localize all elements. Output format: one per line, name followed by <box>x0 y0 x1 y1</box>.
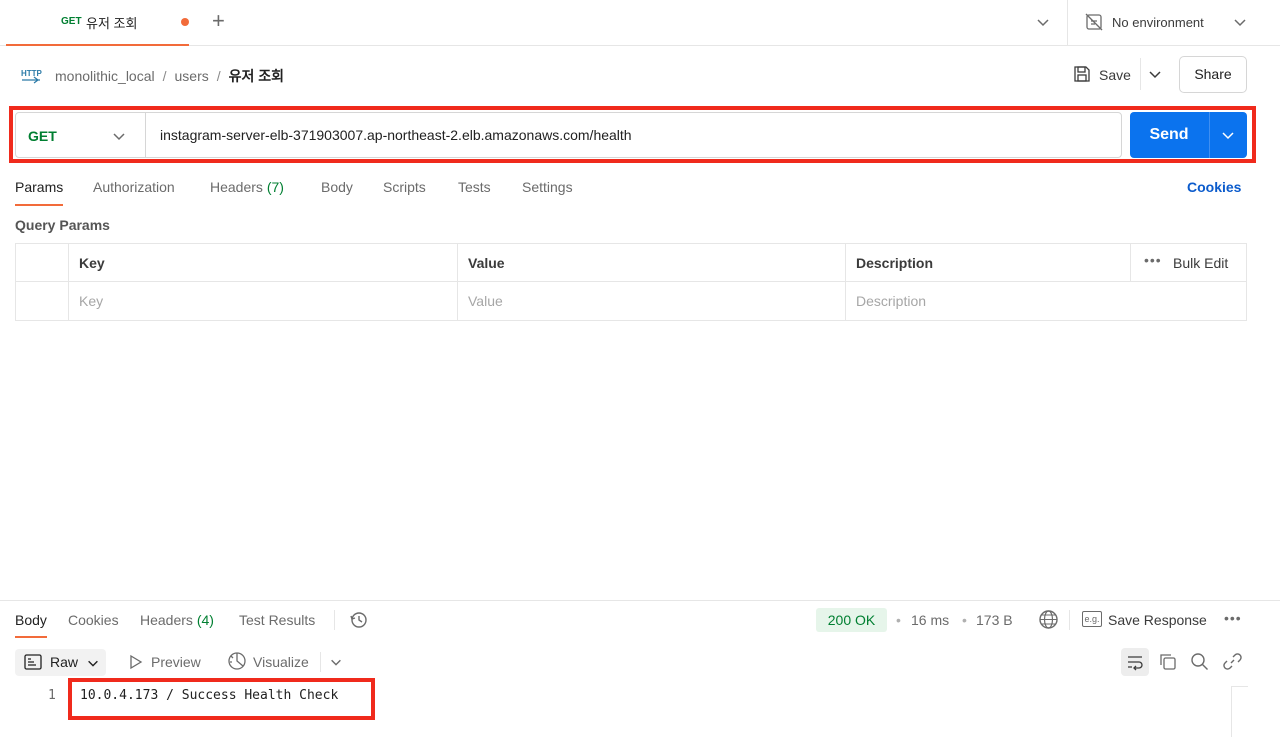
column-options-icon[interactable]: ••• <box>1144 252 1162 268</box>
save-icon[interactable] <box>1073 65 1091 86</box>
visualize-chevron-icon[interactable] <box>329 655 343 672</box>
tab-headers[interactable]: Headers (7) <box>210 179 284 195</box>
response-size[interactable]: 173 B <box>976 612 1013 628</box>
tab-settings[interactable]: Settings <box>522 179 573 195</box>
breadcrumb-request[interactable]: 유저 조회 <box>229 68 284 84</box>
copy-icon[interactable] <box>1158 652 1177 674</box>
breadcrumb-folder[interactable]: users <box>175 68 209 84</box>
tab-headers-label: Headers <box>210 179 263 195</box>
network-globe-icon[interactable] <box>1038 609 1059 633</box>
tab-title: 유저 조회 <box>86 16 138 31</box>
breadcrumb-separator: / <box>162 68 167 84</box>
meta-separator-dot: • <box>896 612 901 628</box>
svg-text:HTTP: HTTP <box>21 69 42 78</box>
response-tab-test-results[interactable]: Test Results <box>239 612 315 628</box>
visualize-divider <box>320 652 321 672</box>
response-headers-label: Headers <box>140 612 193 628</box>
format-raw-dropdown[interactable]: Raw <box>15 649 106 676</box>
tab-scripts[interactable]: Scripts <box>383 179 426 195</box>
table-header-row: Key Value Description ••• Bulk Edit <box>16 244 1246 282</box>
save-response-button[interactable]: Save Response <box>1108 612 1207 628</box>
table-row: Key Value Description <box>16 282 1246 320</box>
status-badge[interactable]: 200 OK <box>816 608 887 632</box>
response-highlight-box <box>68 678 375 720</box>
preview-button[interactable]: Preview <box>151 654 201 670</box>
breadcrumb-separator: / <box>216 68 221 84</box>
save-divider <box>1140 58 1141 90</box>
response-tab-headers[interactable]: Headers (4) <box>140 612 214 628</box>
response-more-icon[interactable]: ••• <box>1224 610 1242 626</box>
environment-divider <box>1067 0 1068 46</box>
tab-list-chevron-icon[interactable] <box>1035 14 1051 33</box>
visualize-button[interactable]: Visualize <box>253 654 309 670</box>
tab-authorization[interactable]: Authorization <box>93 179 175 195</box>
search-icon[interactable] <box>1190 652 1209 674</box>
breadcrumb: monolithic_local / users / 유저 조회 <box>55 66 284 86</box>
tab-body[interactable]: Body <box>321 179 353 195</box>
example-icon: e.g. <box>1082 611 1102 627</box>
key-column-header: Key <box>69 244 458 282</box>
format-chevron-icon <box>86 656 100 673</box>
url-highlight-box <box>9 106 1256 163</box>
response-tabs-divider <box>334 610 335 630</box>
wrap-lines-icon <box>1128 656 1143 671</box>
tab-tests[interactable]: Tests <box>458 179 491 195</box>
environment-chevron-icon[interactable] <box>1232 14 1248 33</box>
value-input[interactable]: Value <box>458 282 846 320</box>
tab-params[interactable]: Params <box>15 179 64 206</box>
bulk-edit-button[interactable]: Bulk Edit <box>1173 255 1228 271</box>
checkbox-column-header <box>16 244 69 282</box>
response-time[interactable]: 16 ms <box>911 612 949 628</box>
request-tab[interactable]: GET 유저 조회 <box>6 0 189 46</box>
row-checkbox-cell <box>16 282 69 320</box>
response-pane-divider[interactable] <box>0 600 1280 601</box>
share-button[interactable]: Share <box>1179 56 1247 93</box>
http-request-icon: HTTP <box>20 66 43 87</box>
response-tab-cookies[interactable]: Cookies <box>68 612 119 628</box>
format-raw-label: Raw <box>50 654 79 670</box>
response-tab-body[interactable]: Body <box>15 612 47 638</box>
description-column-header: Description <box>846 244 1131 282</box>
value-column-header: Value <box>458 244 846 282</box>
key-input[interactable]: Key <box>69 282 458 320</box>
preview-play-icon[interactable] <box>128 654 144 673</box>
response-headers-count: (4) <box>196 612 214 628</box>
no-environment-icon <box>1085 13 1103 34</box>
query-params-table: Key Value Description ••• Bulk Edit Key … <box>15 243 1247 321</box>
request-tab-bar: GET 유저 조회 + No environment <box>0 0 1280 46</box>
line-number: 1 <box>48 688 56 703</box>
raw-format-icon <box>24 654 42 673</box>
environment-selector[interactable]: No environment <box>1112 15 1204 30</box>
save-button[interactable]: Save <box>1099 67 1131 83</box>
tab-method-label: GET <box>61 16 82 27</box>
tab-headers-count: (7) <box>266 179 284 195</box>
description-input[interactable]: Description <box>846 282 1246 320</box>
query-params-title: Query Params <box>15 217 110 233</box>
meta-divider <box>1069 610 1070 630</box>
breadcrumb-collection[interactable]: monolithic_local <box>55 68 155 84</box>
new-tab-plus-icon[interactable]: + <box>212 10 225 32</box>
editor-scrollbar[interactable] <box>1231 686 1248 737</box>
unsaved-dot-icon <box>181 18 189 26</box>
save-options-chevron-icon[interactable] <box>1147 66 1163 85</box>
link-icon[interactable] <box>1223 652 1242 674</box>
visualize-icon[interactable] <box>227 651 247 674</box>
cookies-link[interactable]: Cookies <box>1187 179 1241 195</box>
history-icon[interactable] <box>349 610 369 633</box>
meta-separator-dot: • <box>962 612 967 628</box>
wrap-lines-button[interactable] <box>1121 648 1149 676</box>
